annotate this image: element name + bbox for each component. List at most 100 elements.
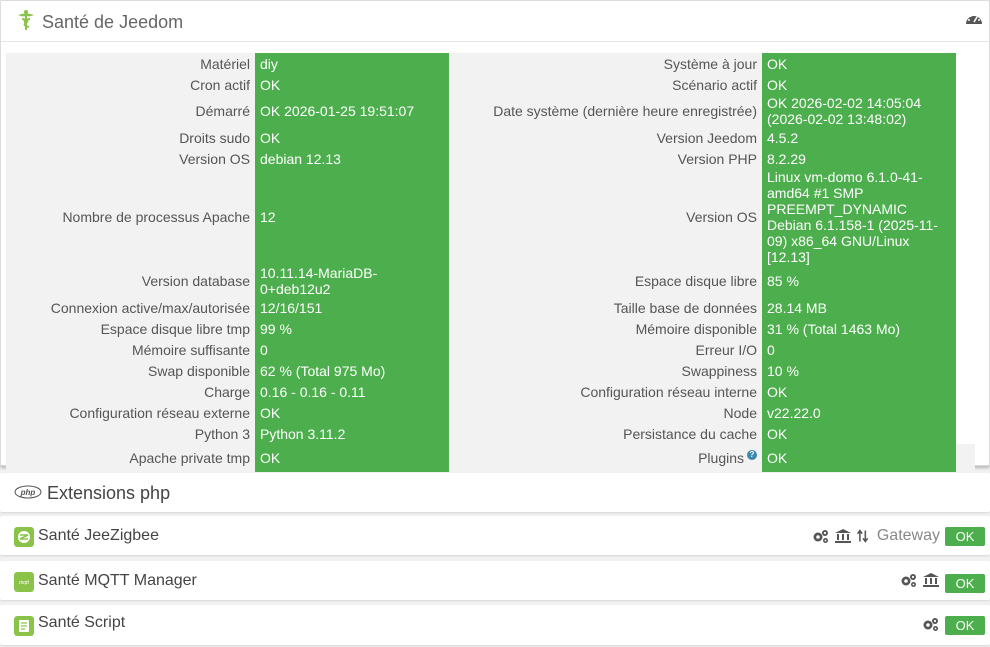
health-row: Python 3 Python 3.11.2 Persistance du cach…	[6, 423, 975, 444]
health-value: 12	[255, 169, 449, 265]
health-value: 62 % (Total 975 Mo)	[255, 360, 449, 381]
health-value: 0.16 - 0.16 - 0.11	[255, 381, 449, 402]
table-spacer	[956, 423, 975, 444]
svg-text:mqtt: mqtt	[19, 580, 29, 586]
plugin-health-jeezigbee[interactable]: Santé JeeZigbee Gateway OK	[0, 516, 990, 555]
health-value: OK	[762, 53, 956, 74]
status-ok-badge: OK	[945, 527, 985, 546]
plugin-health-script[interactable]: Santé Script OK	[0, 605, 990, 645]
health-label: Version OS	[6, 148, 255, 169]
health-value: 10 %	[762, 360, 956, 381]
plugin-title: Santé MQTT Manager	[38, 572, 197, 589]
table-spacer	[956, 444, 975, 472]
health-row: Version database 10.11.14-MariaDB-0+deb12…	[6, 265, 975, 297]
health-label: Espace disque libre	[449, 265, 762, 297]
health-label: Système à jour	[449, 53, 762, 74]
table-spacer	[956, 381, 975, 402]
php-icon: php	[14, 485, 42, 499]
sort-icon[interactable]	[856, 528, 870, 544]
table-spacer	[956, 318, 975, 339]
health-label: Taille base de données	[449, 297, 762, 318]
health-row: Mémoire suffisante 0 Erreur I/O 0	[6, 339, 975, 360]
health-row: Swap disponible 62 % (Total 975 Mo) Swappi…	[6, 360, 975, 381]
health-row: Droits sudo OK Version Jeedom 4.5.2	[6, 127, 975, 148]
cogs-icon[interactable]	[900, 572, 918, 588]
table-spacer	[956, 74, 975, 95]
help-icon[interactable]: ?	[747, 450, 757, 460]
health-value: 12/16/151	[255, 297, 449, 318]
health-row: Connexion active/max/autorisée 12/16/151 T…	[6, 297, 975, 318]
health-value: 31 % (Total 1463 Mo)	[762, 318, 956, 339]
health-row: Apache private tmp OK Plugins? OK	[6, 444, 975, 472]
jeezigbee-icon	[14, 527, 34, 547]
health-label: Erreur I/O	[449, 339, 762, 360]
table-spacer	[956, 339, 975, 360]
health-value: 85 %	[762, 265, 956, 297]
health-value: 8.2.29	[762, 148, 956, 169]
health-value: 4.5.2	[762, 127, 956, 148]
plugin-tools	[900, 572, 940, 588]
table-spacer	[956, 169, 975, 265]
page-title: Santé de Jeedom	[42, 12, 184, 32]
health-label: Version OS	[449, 169, 762, 265]
script-icon	[14, 616, 34, 636]
health-value: OK 2026-01-25 19:51:07	[255, 95, 449, 127]
health-label: Matériel	[6, 53, 255, 74]
health-value: OK	[762, 74, 956, 95]
health-value: diy	[255, 53, 449, 74]
health-panel-heading: Santé de Jeedom	[1, 1, 989, 42]
health-label: Swap disponible	[6, 360, 255, 381]
health-row: Charge 0.16 - 0.16 - 0.11 Configuration ré…	[6, 381, 975, 402]
health-label: Plugins?	[449, 444, 762, 472]
plugin-title: Santé JeeZigbee	[38, 527, 159, 544]
health-value: v22.22.0	[762, 402, 956, 423]
status-ok-badge: OK	[945, 616, 985, 635]
health-value: OK	[255, 402, 449, 423]
health-label: Swappiness	[449, 360, 762, 381]
health-label: Connexion active/max/autorisée	[6, 297, 255, 318]
health-value: debian 12.13	[255, 148, 449, 169]
health-label: Configuration réseau externe	[6, 402, 255, 423]
bank-icon[interactable]	[922, 572, 940, 588]
table-spacer	[956, 127, 975, 148]
health-label: Configuration réseau interne	[449, 381, 762, 402]
plugin-health-mqtt-manager[interactable]: mqtt Santé MQTT Manager OK	[0, 561, 990, 600]
table-spacer	[956, 360, 975, 381]
health-value: OK 2026-02-02 14:05:04 (2026-02-02 13:48…	[762, 95, 956, 127]
dashboard-gauge-icon[interactable]	[965, 11, 983, 25]
table-spacer	[956, 265, 975, 297]
health-row: Configuration réseau externe OK Node v22.22…	[6, 402, 975, 423]
health-value: 0	[255, 339, 449, 360]
health-label: Persistance du cache	[449, 423, 762, 444]
health-row: Démarré OK 2026-01-25 19:51:07 Date systèm…	[6, 95, 975, 127]
health-value: OK	[255, 127, 449, 148]
health-value: OK	[762, 381, 956, 402]
health-label: Nombre de processus Apache	[6, 169, 255, 265]
health-value: Linux vm-domo 6.1.0-41-amd64 #1 SMP PREE…	[762, 169, 956, 265]
health-row: Cron actif OK Scénario actif OK	[6, 74, 975, 95]
mqtt-icon: mqtt	[14, 572, 34, 592]
health-label: Python 3	[6, 423, 255, 444]
health-label: Mémoire disponible	[449, 318, 762, 339]
cogs-icon[interactable]	[812, 528, 830, 544]
plugin-tools: Gateway	[812, 527, 940, 545]
health-value: OK	[255, 74, 449, 95]
health-label: Date système (dernière heure enregistrée…	[449, 95, 762, 127]
health-row: Matériel diy Système à jour OK	[6, 53, 975, 74]
caduceus-icon	[18, 10, 34, 30]
health-label: Charge	[6, 381, 255, 402]
health-table: Matériel diy Système à jour OK Cron actif OK S…	[6, 53, 975, 472]
health-label: Mémoire suffisante	[6, 339, 255, 360]
extensions-php-panel[interactable]: php Extensions php	[0, 473, 990, 512]
health-label: Espace disque libre tmp	[6, 318, 255, 339]
health-row: Nombre de processus Apache 12 Version OS Li…	[6, 169, 975, 265]
health-label: Démarré	[6, 95, 255, 127]
health-value: OK	[255, 444, 449, 472]
table-spacer	[956, 53, 975, 74]
bank-icon[interactable]	[834, 528, 852, 544]
health-label: Droits sudo	[6, 127, 255, 148]
health-label: Version Jeedom	[449, 127, 762, 148]
table-spacer	[956, 297, 975, 318]
cogs-icon[interactable]	[922, 616, 940, 632]
table-spacer	[956, 148, 975, 169]
